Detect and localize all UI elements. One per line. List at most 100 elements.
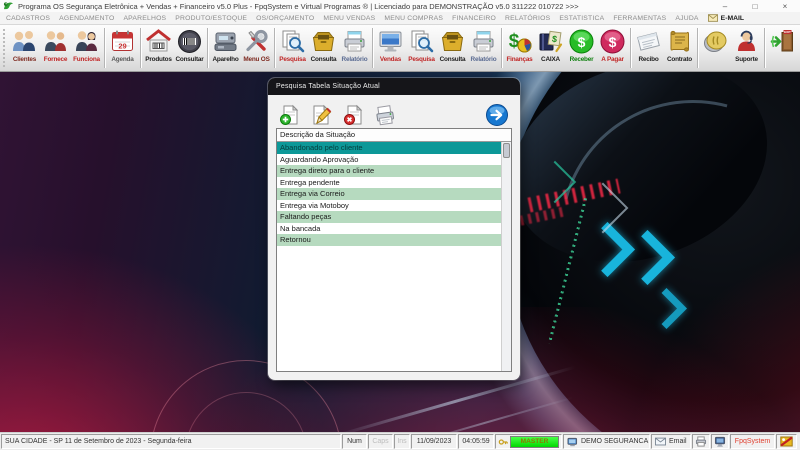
toolbar-button-fornecedores[interactable]: Fornece xyxy=(40,27,71,69)
menu-financeiro[interactable]: FINANCEIRO xyxy=(452,15,496,22)
status-company-label: DEMO SEGURANCA 5.0 xyxy=(581,438,650,445)
menu-compras[interactable]: MENU COMPRAS xyxy=(384,15,443,22)
toolbar-button-consulta-vendas[interactable]: Consulta xyxy=(437,27,468,69)
status-user-badge: MASTER xyxy=(510,436,559,448)
toolbar-label: Vendas xyxy=(380,55,401,64)
menubar: CADASTROS AGENDAMENTO APARELHOS PRODUTO/… xyxy=(0,12,800,25)
toolbar-button-pesquisa-os[interactable]: Pesquisa xyxy=(277,27,308,69)
list-item[interactable]: Retornou xyxy=(277,234,501,246)
toolbar-label: Consulta xyxy=(440,55,466,64)
main-workspace: Pesquisa Tabela Situação Atual xyxy=(0,72,800,432)
close-button[interactable]: × xyxy=(770,0,800,12)
menu-email-label: E-MAIL xyxy=(721,15,744,22)
list-item[interactable]: Entrega direto para o cliente xyxy=(277,165,501,177)
forward-button[interactable] xyxy=(484,102,510,128)
status-numlock: Num xyxy=(342,434,367,449)
menu-os-orcamento[interactable]: OS/ORÇAMENTO xyxy=(256,15,314,22)
status-company: DEMO SEGURANCA 5.0 xyxy=(563,434,650,449)
barcode-icon xyxy=(176,28,203,55)
toolbar-button-recibo[interactable]: Recibo xyxy=(633,27,664,69)
toolbar-button-relatorio-vendas[interactable]: Relatório xyxy=(468,27,499,69)
list-item[interactable]: Entrega via Motoboy xyxy=(277,200,501,212)
toolbar-button-receber[interactable]: $ Receber xyxy=(566,27,597,69)
minimize-button[interactable]: – xyxy=(710,0,740,12)
list-item[interactable]: Abandonado pelo cliente xyxy=(277,142,501,154)
status-printer[interactable] xyxy=(692,434,710,449)
toolbar-label: Clientes xyxy=(13,55,36,64)
toolbar-button-agenda[interactable]: 29 Agenda xyxy=(107,27,138,69)
list-item[interactable]: Entrega via Correio xyxy=(277,188,501,200)
status-brand[interactable]: FpqSystem xyxy=(730,434,775,449)
menu-aparelhos[interactable]: APARELHOS xyxy=(123,15,166,22)
toolbar-button-caixa[interactable]: $ CAIXA xyxy=(535,27,566,69)
toolbar-separator xyxy=(104,28,105,68)
suppliers-icon xyxy=(42,28,69,55)
toolbar-button-financas[interactable]: $ Finanças xyxy=(504,27,535,69)
toolbar-button-consulta-os[interactable]: Consulta xyxy=(308,27,339,69)
status-time: 04:05:59 xyxy=(458,434,494,449)
list-item[interactable]: Faltando peças xyxy=(277,211,501,223)
cash-book-icon: $ xyxy=(537,28,564,55)
app-logo-icon xyxy=(3,1,14,11)
toolbar-button-clientes[interactable]: Clientes xyxy=(9,27,40,69)
status-monitor[interactable] xyxy=(711,434,729,449)
dialog-titlebar[interactable]: Pesquisa Tabela Situação Atual xyxy=(268,78,520,95)
menu-email[interactable]: E-MAIL xyxy=(708,14,744,22)
toolbar-separator xyxy=(630,28,631,68)
print-list-button[interactable] xyxy=(372,102,398,128)
toolbar-button-relatorio-os[interactable]: Relatório xyxy=(339,27,370,69)
email-icon xyxy=(708,14,718,22)
toolbar-button-pesquisa-vendas[interactable]: Pesquisa xyxy=(406,27,437,69)
add-record-icon xyxy=(278,104,300,126)
toolbar-label: Relatório xyxy=(342,55,368,64)
toolbar-button-a-pagar[interactable]: $ A Pagar xyxy=(597,27,628,69)
menu-estatistica[interactable]: ESTATISTICA xyxy=(559,15,604,22)
menu-ferramentas[interactable]: FERRAMENTAS xyxy=(613,15,666,22)
list-item[interactable]: Na bancada xyxy=(277,223,501,235)
menu-ajuda[interactable]: AJUDA xyxy=(675,15,698,22)
menu-produto-estoque[interactable]: PRODUTO/ESTOQUE xyxy=(175,15,247,22)
support-person-icon xyxy=(733,28,760,55)
monitor-icon xyxy=(377,28,404,55)
menu-cadastros[interactable]: CADASTROS xyxy=(6,15,50,22)
toolbar-label: Agenda xyxy=(111,55,133,64)
statusbar: SUA CIDADE - SP 11 de Setembro de 2023 -… xyxy=(0,432,800,450)
status-email[interactable]: Email xyxy=(651,434,691,449)
toolbar-label: Suporte xyxy=(735,55,758,64)
list-item[interactable]: Aguardando Aprovação xyxy=(277,154,501,166)
toolbar-label: Consulta xyxy=(311,55,337,64)
printer-icon xyxy=(341,28,368,55)
toolbar-button-contrato[interactable]: Contrato xyxy=(664,27,695,69)
list-scrollbar[interactable] xyxy=(501,142,511,371)
toolbar-button-vendas[interactable]: Vendas xyxy=(375,27,406,69)
toolbar-separator xyxy=(372,28,373,68)
menu-agendamento[interactable]: AGENDAMENTO xyxy=(59,15,114,22)
menu-relatorios[interactable]: RELATÓRIOS xyxy=(505,15,550,22)
scrollbar-thumb[interactable] xyxy=(503,143,510,158)
status-location-date: SUA CIDADE - SP 11 de Setembro de 2023 -… xyxy=(1,434,341,449)
toolbar-button-sair[interactable]: EXIT xyxy=(767,27,798,69)
toolbar-label: Funciona xyxy=(73,55,100,64)
toolbar-button-produtos[interactable]: Produtos xyxy=(143,27,174,69)
toolbar-button-menu-os[interactable]: Menu OS xyxy=(241,27,272,69)
service-tools-icon xyxy=(243,28,270,55)
toolbar-button-moeda[interactable] xyxy=(700,27,731,69)
menu-vendas[interactable]: MENU VENDAS xyxy=(323,15,375,22)
toolbar-label: Pesquisa xyxy=(279,55,305,64)
toolbar-button-aparelho[interactable]: Aparelho xyxy=(210,27,241,69)
toolbar-button-suporte[interactable]: Suporte xyxy=(731,27,762,69)
status-email-label: Email xyxy=(669,438,687,445)
edit-record-button[interactable] xyxy=(308,102,334,128)
toolbar-button-funcionarios[interactable]: Funciona xyxy=(71,27,102,69)
status-user: MASTER xyxy=(495,434,562,449)
toolbar-separator xyxy=(274,28,275,68)
maximize-button[interactable]: □ xyxy=(740,0,770,12)
dollar-green-icon: $ xyxy=(568,28,595,55)
add-record-button[interactable] xyxy=(276,102,302,128)
delete-record-button[interactable] xyxy=(340,102,366,128)
toolbar-button-consultar[interactable]: Consultar xyxy=(174,27,205,69)
toolbar-label: Recibo xyxy=(638,55,658,64)
key-icon xyxy=(498,437,508,447)
list-item[interactable]: Entrega pendente xyxy=(277,177,501,189)
search-docs-icon xyxy=(279,28,306,55)
